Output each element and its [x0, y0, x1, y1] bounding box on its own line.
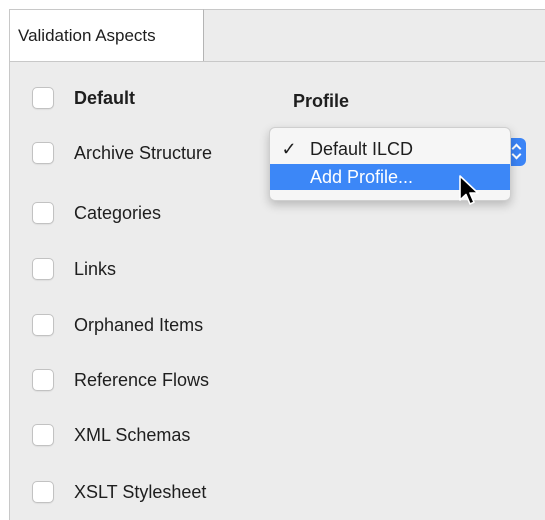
menu-item-label: Add Profile... — [310, 166, 414, 187]
checkmark-icon: ✓ — [281, 138, 297, 159]
aspect-checkbox-archive-structure[interactable] — [32, 142, 54, 164]
tab-validation-aspects[interactable]: Validation Aspects — [9, 9, 204, 61]
aspect-checkbox-reference-flows[interactable] — [32, 369, 54, 391]
aspect-row: Links — [10, 254, 545, 284]
aspect-checkbox-xslt-stylesheet[interactable] — [32, 481, 54, 503]
tab-label: Validation Aspects — [18, 25, 156, 45]
aspect-label: Reference Flows — [74, 370, 210, 390]
aspect-row: Reference Flows — [10, 365, 545, 395]
aspect-label: XSLT Stylesheet — [74, 482, 207, 502]
arrow-cursor-icon — [459, 175, 479, 205]
validation-aspects-panel: Default Profile Archive Structure Catego… — [9, 61, 545, 520]
default-label: Default — [74, 88, 136, 108]
aspect-label: Links — [74, 259, 117, 279]
aspect-row: Orphaned Items — [10, 310, 545, 340]
aspect-row: XML Schemas — [10, 420, 545, 450]
tab-bar: Validation Aspects — [0, 0, 545, 61]
menu-item-label: Default ILCD — [310, 138, 414, 159]
aspect-row: XSLT Stylesheet — [10, 477, 545, 507]
profile-column-header: Profile — [293, 91, 350, 111]
default-checkbox[interactable] — [32, 87, 54, 109]
aspect-checkbox-orphaned-items[interactable] — [32, 314, 54, 336]
aspect-checkbox-xml-schemas[interactable] — [32, 424, 54, 446]
aspect-label: Orphaned Items — [74, 315, 204, 335]
header-row: Default — [10, 83, 545, 113]
aspect-label: Archive Structure — [74, 143, 213, 163]
aspect-checkbox-links[interactable] — [32, 258, 54, 280]
aspect-checkbox-categories[interactable] — [32, 202, 54, 224]
aspect-label: XML Schemas — [74, 425, 191, 445]
aspect-label: Categories — [74, 203, 162, 223]
menu-item-default-ilcd[interactable]: ✓ Default ILCD — [270, 136, 510, 162]
